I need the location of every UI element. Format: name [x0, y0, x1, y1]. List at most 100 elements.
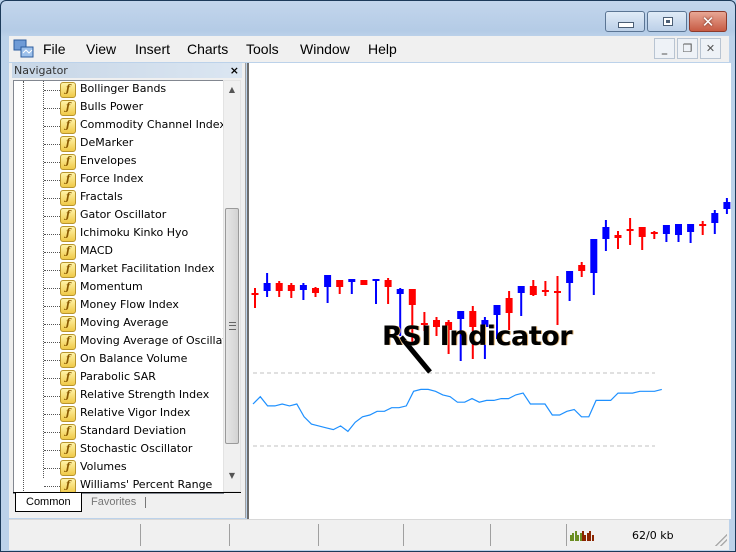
status-separator [140, 524, 141, 546]
tree-connector [44, 180, 60, 181]
tree-line [23, 81, 24, 493]
navigator-item-label: Bollinger Bands [80, 82, 167, 95]
tab-favorites[interactable]: Favorites [81, 493, 146, 511]
resize-grip-icon[interactable] [715, 534, 727, 546]
navigator-item[interactable]: ƒ Money Flow Index [44, 297, 224, 315]
candle-bear [650, 232, 658, 234]
navigator-item[interactable]: ƒ Envelopes [44, 153, 224, 171]
candle-bull [457, 311, 465, 319]
indicator-function-icon: ƒ [60, 100, 76, 116]
candle-bull [517, 286, 525, 293]
navigator-tree: ƒ Bollinger Bands ƒ Bulls Power ƒ Commodity C… [13, 80, 224, 494]
navigator-item[interactable]: ƒ Volumes [44, 459, 224, 477]
candle-bear [408, 289, 416, 305]
tree-connector [44, 126, 60, 127]
menu-window[interactable]: Window [300, 41, 350, 57]
navigator-item[interactable]: ƒ Ichimoku Kinko Hyo [44, 225, 224, 243]
menu-charts[interactable]: Charts [187, 41, 228, 57]
candle-bear [529, 286, 537, 295]
navigator-item[interactable]: ƒ Force Index [44, 171, 224, 189]
candle-bear [699, 224, 707, 226]
navigator-item[interactable]: ƒ Momentum [44, 279, 224, 297]
tree-connector [44, 252, 60, 253]
menu-view[interactable]: View [86, 41, 116, 57]
navigator-item-label: Gator Oscillator [80, 208, 167, 221]
candle-bull [662, 225, 670, 234]
navigator-item-label: Stochastic Oscillator [80, 442, 193, 455]
minimize-icon [618, 22, 634, 28]
menu-help[interactable]: Help [368, 41, 397, 57]
mdi-buttons: _ ❐ ✕ [654, 38, 721, 59]
tree-connector [44, 198, 60, 199]
navigator-item[interactable]: ƒ Parabolic SAR [44, 369, 224, 387]
navigator-item[interactable]: ƒ Stochastic Oscillator [44, 441, 224, 459]
navigator-item-label: Relative Vigor Index [80, 406, 191, 419]
candle-bear [578, 265, 586, 271]
candle-bear [505, 298, 513, 313]
close-icon: ✕ [701, 13, 715, 31]
indicator-function-icon: ƒ [60, 370, 76, 386]
window-minimize-button[interactable] [605, 11, 645, 32]
navigator-item[interactable]: ƒ Relative Strength Index [44, 387, 224, 405]
tree-connector [44, 234, 60, 235]
candle-bull [299, 285, 307, 290]
navigator-scrollbar[interactable]: ▲ ▼ [223, 80, 241, 492]
window-close-button[interactable]: ✕ [689, 11, 727, 32]
navigator-item[interactable]: ƒ On Balance Volume [44, 351, 224, 369]
navigator-item-label: Relative Strength Index [80, 388, 210, 401]
scroll-up-arrow-icon[interactable]: ▲ [224, 85, 240, 101]
tab-common[interactable]: Common [15, 493, 82, 512]
navigator-item[interactable]: ƒ Gator Oscillator [44, 207, 224, 225]
tree-connector [44, 468, 60, 469]
navigator-item-label: Force Index [80, 172, 144, 185]
navigator-item[interactable]: ƒ Relative Vigor Index [44, 405, 224, 423]
indicator-function-icon: ƒ [60, 226, 76, 242]
status-separator [403, 524, 404, 546]
indicator-function-icon: ƒ [60, 82, 76, 98]
candle-bull [348, 279, 356, 282]
menu-tools[interactable]: Tools [246, 41, 279, 57]
navigator-close-button[interactable]: × [230, 63, 239, 78]
navigator-item-label: Fractals [80, 190, 123, 203]
indicator-function-icon: ƒ [60, 172, 76, 188]
indicator-function-icon: ƒ [60, 154, 76, 170]
candle-bear [626, 229, 634, 231]
navigator-item-label: DeMarker [80, 136, 134, 149]
menu-file[interactable]: File [43, 41, 66, 57]
chart-close-button[interactable]: ✕ [700, 38, 721, 59]
navigator-item[interactable]: ƒ Moving Average [44, 315, 224, 333]
window-maximize-button[interactable] [647, 11, 687, 32]
caption-buttons: ✕ [605, 11, 727, 32]
tree-connector [44, 486, 60, 487]
chart-window[interactable]: RSI Indicator [247, 63, 731, 519]
rsi-group [252, 372, 662, 447]
navigator-item[interactable]: ƒ Market Facilitation Index [44, 261, 224, 279]
navigator-item[interactable]: ƒ Standard Deviation [44, 423, 224, 441]
indicator-function-icon: ƒ [60, 460, 76, 476]
navigator-item[interactable]: ƒ Bollinger Bands [44, 81, 224, 99]
indicator-function-icon: ƒ [60, 244, 76, 260]
navigator-item[interactable]: ƒ Bulls Power [44, 99, 224, 117]
navigator-item[interactable]: ƒ MACD [44, 243, 224, 261]
navigator-item[interactable]: ƒ Fractals [44, 189, 224, 207]
tree-connector [44, 360, 60, 361]
candle-bear [638, 227, 646, 237]
navigator-item[interactable]: ƒ Commodity Channel Index [44, 117, 224, 135]
candle-bull [493, 305, 501, 315]
candle-bull [711, 213, 719, 223]
tree-connector [44, 396, 60, 397]
tree-connector [44, 144, 60, 145]
candle-bull [675, 224, 682, 235]
menu-insert[interactable]: Insert [135, 41, 170, 57]
chart-restore-button[interactable]: ❐ [677, 38, 698, 59]
chart-minimize-button[interactable]: _ [654, 38, 675, 59]
candle-bull [263, 283, 271, 291]
tab-separator [145, 497, 146, 508]
indicator-function-icon: ƒ [60, 424, 76, 440]
navigator-item-label: Envelopes [80, 154, 137, 167]
navigator-item-label: Volumes [80, 460, 127, 473]
navigator-item[interactable]: ƒ DeMarker [44, 135, 224, 153]
scroll-down-arrow-icon[interactable]: ▼ [224, 471, 240, 487]
scroll-thumb[interactable] [225, 208, 239, 444]
navigator-item[interactable]: ƒ Moving Average of Oscillat [44, 333, 224, 351]
